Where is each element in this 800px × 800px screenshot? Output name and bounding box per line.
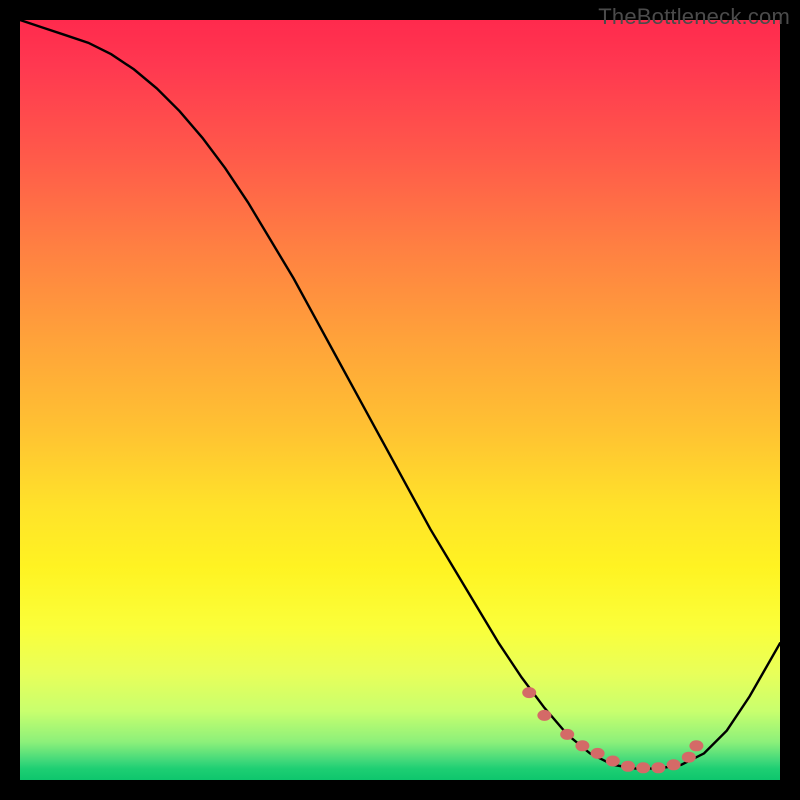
highlight-dot bbox=[621, 761, 635, 772]
highlight-dot bbox=[591, 748, 605, 759]
highlight-dot bbox=[575, 740, 589, 751]
highlight-dot bbox=[689, 740, 703, 751]
bottleneck-curve bbox=[20, 20, 780, 769]
highlight-dot bbox=[537, 710, 551, 721]
highlight-dot bbox=[667, 759, 681, 770]
curve-layer bbox=[20, 20, 780, 780]
highlight-dot bbox=[682, 752, 696, 763]
highlight-dot bbox=[606, 756, 620, 767]
highlight-dot bbox=[636, 762, 650, 773]
highlight-dot bbox=[522, 687, 536, 698]
highlight-dots bbox=[522, 687, 703, 773]
chart-frame: TheBottleneck.com bbox=[0, 0, 800, 800]
watermark-text: TheBottleneck.com bbox=[598, 4, 790, 30]
plot-area bbox=[20, 20, 780, 780]
highlight-dot bbox=[560, 729, 574, 740]
highlight-dot bbox=[651, 762, 665, 773]
